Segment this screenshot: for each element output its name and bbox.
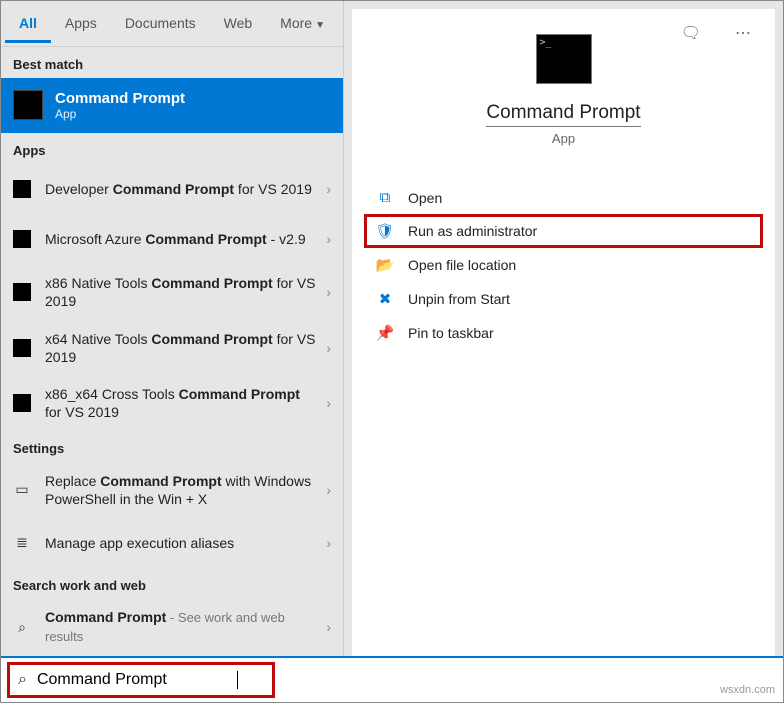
list-item[interactable]: x86_x64 Cross Tools Command Prompt for V… bbox=[1, 376, 343, 432]
open-icon: ⧉ bbox=[374, 189, 396, 206]
chevron-right-icon[interactable]: › bbox=[316, 340, 331, 356]
action-unpin-from-start[interactable]: ✖ Unpin from Start bbox=[364, 282, 763, 316]
list-item[interactable]: ▭ Replace Command Prompt with Windows Po… bbox=[1, 462, 343, 517]
feedback-icon[interactable]: 🗨 bbox=[667, 13, 715, 53]
list-item[interactable]: ≣ Manage app execution aliases › bbox=[1, 518, 343, 568]
preview-app-icon bbox=[536, 34, 592, 84]
pin-icon: 📌 bbox=[374, 324, 396, 342]
filter-tabs: All Apps Documents Web More▼ bbox=[1, 1, 343, 47]
best-match-item[interactable]: Command Prompt App bbox=[1, 78, 343, 134]
section-settings: Settings bbox=[1, 431, 343, 462]
cmd-icon bbox=[13, 339, 31, 357]
section-best-match: Best match bbox=[1, 47, 343, 78]
chevron-right-icon[interactable]: › bbox=[316, 482, 331, 498]
best-match-subtitle: App bbox=[55, 107, 185, 121]
settings-results: ▭ Replace Command Prompt with Windows Po… bbox=[1, 462, 343, 567]
settings-icon: ▭ bbox=[13, 481, 31, 499]
list-item[interactable]: Microsoft Azure Command Prompt - v2.9 › bbox=[1, 214, 343, 264]
admin-icon: 🛡 bbox=[374, 222, 396, 240]
tab-all[interactable]: All bbox=[5, 3, 51, 43]
watermark: wsxdn.com bbox=[720, 684, 775, 696]
text-cursor bbox=[237, 671, 238, 689]
web-results: ⌕ Command Prompt - See work and web resu… bbox=[1, 599, 343, 656]
unpin-icon: ✖ bbox=[374, 290, 396, 308]
actions-list: ⧉ Open 🛡 Run as administrator 📂 Open fil… bbox=[352, 181, 775, 350]
action-open[interactable]: ⧉ Open bbox=[364, 181, 763, 214]
tab-documents[interactable]: Documents bbox=[111, 3, 210, 43]
folder-icon: 📂 bbox=[374, 256, 396, 274]
cmd-icon bbox=[13, 90, 43, 120]
cmd-icon bbox=[13, 230, 31, 248]
chevron-right-icon[interactable]: › bbox=[316, 181, 331, 197]
action-open-file-location[interactable]: 📂 Open file location bbox=[364, 248, 763, 282]
chevron-right-icon[interactable]: › bbox=[316, 619, 331, 635]
section-search-web: Search work and web bbox=[1, 568, 343, 599]
list-item[interactable]: x64 Native Tools Command Prompt for VS 2… bbox=[1, 320, 343, 376]
more-icon[interactable]: ⋯ bbox=[721, 13, 765, 53]
cmd-icon bbox=[13, 180, 31, 198]
chevron-right-icon[interactable]: › bbox=[316, 535, 331, 551]
apps-results: Developer Command Prompt for VS 2019 › M… bbox=[1, 164, 343, 431]
list-item[interactable]: x86 Native Tools Command Prompt for VS 2… bbox=[1, 264, 343, 320]
tab-web[interactable]: Web bbox=[210, 3, 267, 43]
settings-icon: ≣ bbox=[13, 534, 31, 552]
chevron-right-icon[interactable]: › bbox=[316, 231, 331, 247]
section-apps: Apps bbox=[1, 133, 343, 164]
search-box[interactable]: ⌕ bbox=[7, 662, 275, 698]
magnifier-icon: ⌕ bbox=[18, 671, 27, 689]
preview-title: Command Prompt bbox=[486, 102, 640, 127]
cmd-icon bbox=[13, 283, 31, 301]
chevron-right-icon[interactable]: › bbox=[316, 395, 331, 411]
search-row: ⌕ bbox=[1, 658, 783, 702]
tab-apps[interactable]: Apps bbox=[51, 3, 111, 43]
list-item[interactable]: Developer Command Prompt for VS 2019 › bbox=[1, 164, 343, 214]
chevron-down-icon: ▼ bbox=[315, 20, 325, 31]
action-run-as-admin[interactable]: 🛡 Run as administrator bbox=[364, 214, 763, 248]
preview-subtitle: App bbox=[552, 131, 575, 146]
search-input[interactable] bbox=[37, 671, 237, 689]
list-item[interactable]: ⌕ Command Prompt - See work and web resu… bbox=[1, 599, 343, 656]
action-pin-to-taskbar[interactable]: 📌 Pin to taskbar bbox=[364, 316, 763, 350]
search-icon: ⌕ bbox=[13, 618, 31, 636]
tab-more[interactable]: More▼ bbox=[266, 3, 339, 43]
best-match-title: Command Prompt bbox=[55, 90, 185, 107]
chevron-right-icon[interactable]: › bbox=[316, 284, 331, 300]
cmd-icon bbox=[13, 394, 31, 412]
